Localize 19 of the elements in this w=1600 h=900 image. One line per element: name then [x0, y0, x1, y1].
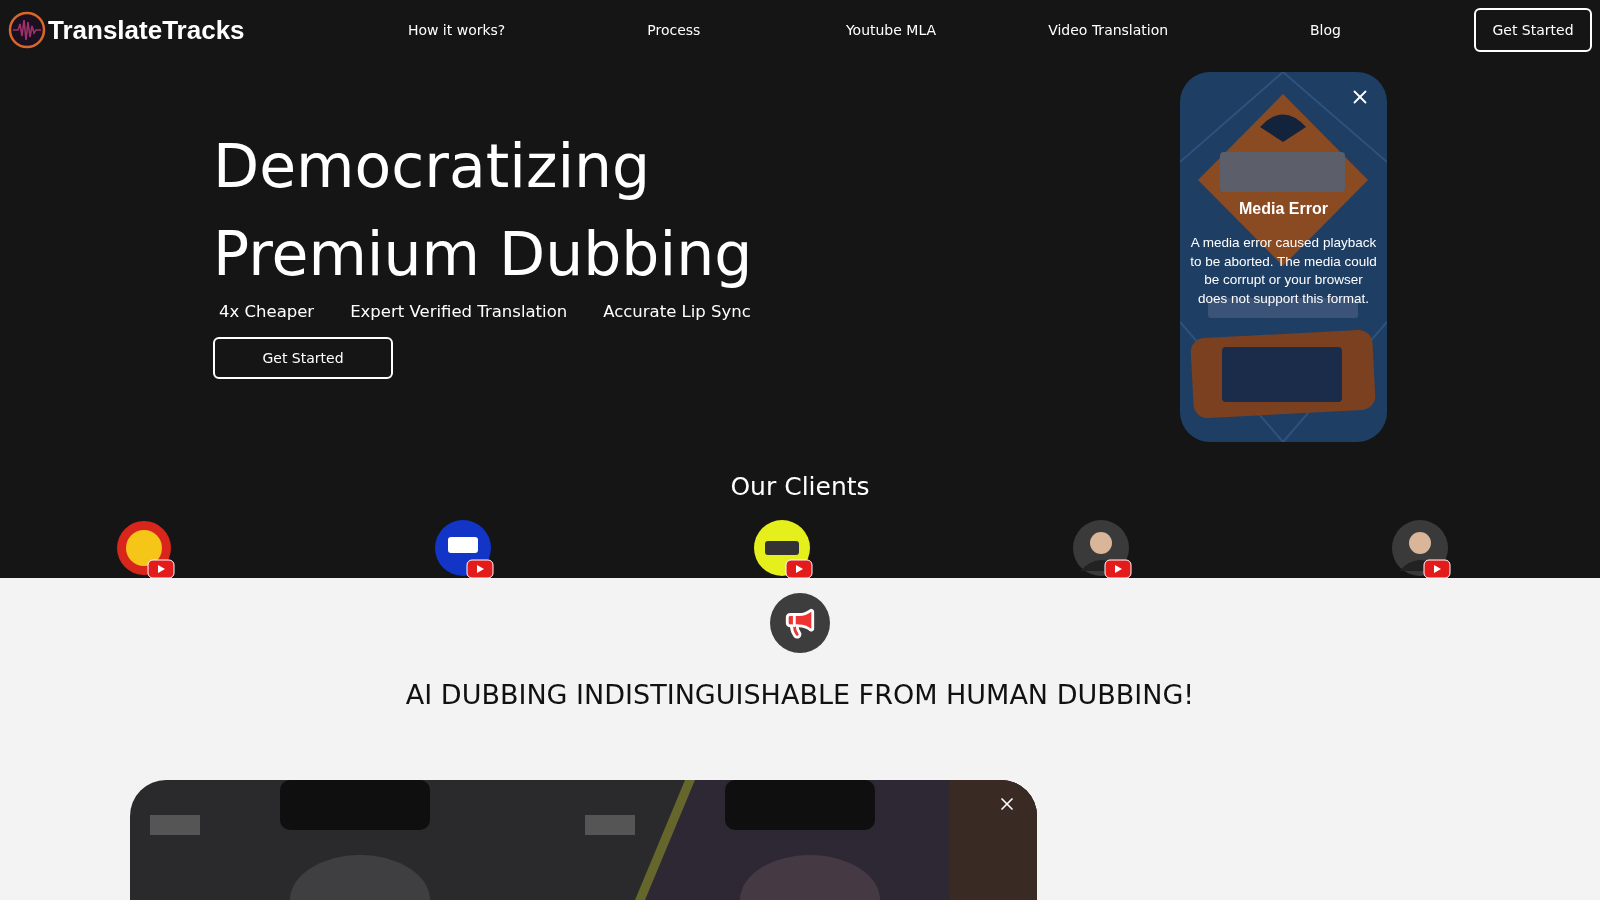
megaphone-icon — [770, 593, 830, 653]
nav-link[interactable]: Process — [647, 22, 701, 38]
section-title: Our Clients — [729, 472, 871, 501]
nav-link[interactable]: Youtube MLA — [845, 22, 937, 38]
feature-label: Accurate Lip Sync — [603, 302, 751, 321]
get-started-button[interactable]: Get Started — [1474, 8, 1592, 52]
get-started-button[interactable]: Get Started — [213, 337, 393, 379]
hero-title: Democratizing — [213, 130, 652, 203]
hero-title: Premium Dubbing — [213, 218, 753, 291]
feature-label: 4x Cheaper — [219, 302, 315, 321]
logo-icon — [8, 11, 46, 49]
section-heading: AI DUBBING INDISTINGUISHABLE FROM HUMAN DUBBING! — [405, 679, 1195, 710]
nav-link[interactable]: How it works? — [407, 22, 506, 38]
nav-link[interactable]: Blog — [1309, 22, 1341, 38]
feature-label: Expert Verified Translation — [350, 302, 568, 321]
error-message: A media error caused playback to be aborted. The media could be corrupt or your browser does not support this format. — [1189, 234, 1378, 308]
brand-name: TranslateTracks — [48, 14, 245, 46]
error-title: Media Error — [1238, 200, 1329, 218]
nav-link[interactable]: Video Translation — [1048, 22, 1169, 38]
